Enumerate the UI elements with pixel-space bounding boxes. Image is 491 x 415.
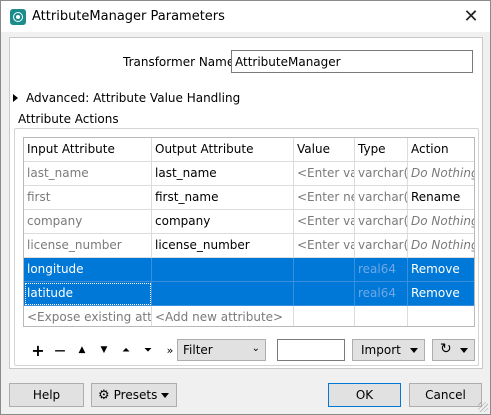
expose-attribute-cell[interactable]: <Expose existing attribu [24, 306, 152, 326]
advanced-section-toggle[interactable]: Advanced: Attribute Value Handling [13, 91, 240, 105]
value-cell[interactable]: <Enter new [294, 186, 355, 210]
output-attribute-cell[interactable] [152, 282, 294, 306]
add-icon[interactable]: + [27, 339, 49, 361]
fme-app-icon [10, 9, 26, 25]
import-button-label: Import [361, 343, 401, 357]
table-header: Input Attribute Output Attribute Value T… [24, 138, 474, 162]
gear-icon: ⚙ [98, 387, 110, 403]
presets-button[interactable]: ⚙ Presets [91, 383, 177, 407]
value-cell[interactable]: <Enter valu [294, 162, 355, 186]
value-cell[interactable] [294, 258, 355, 282]
add-attribute-cell[interactable]: <Add new attribute> [152, 306, 294, 326]
output-attribute-cell[interactable]: last_name [152, 162, 294, 186]
input-attribute-cell[interactable]: first [24, 186, 152, 210]
type-cell[interactable]: varchar(12 [355, 186, 408, 210]
help-button-label: Help [32, 388, 61, 402]
filter-text-input[interactable] [277, 339, 345, 361]
transformer-name-input[interactable] [231, 50, 473, 73]
move-bottom-icon[interactable]: ⏷ [137, 339, 159, 361]
type-cell[interactable]: real64 [355, 282, 408, 306]
value-cell[interactable]: <Enter valu [294, 234, 355, 258]
column-header-action[interactable]: Action [408, 138, 474, 162]
type-cell[interactable]: varchar(11 [355, 162, 408, 186]
table-row[interactable]: last_name last_name <Enter valu varchar(… [24, 162, 474, 186]
move-top-icon[interactable]: ⏶ [115, 339, 137, 361]
table-row[interactable]: company company <Enter valu varchar(41 D… [24, 210, 474, 234]
output-attribute-cell[interactable] [152, 258, 294, 282]
action-cell[interactable]: Remove [408, 282, 474, 306]
type-cell[interactable]: varchar(7) [355, 234, 408, 258]
value-cell[interactable]: <Enter valu [294, 210, 355, 234]
dialog-window: AttributeManager Parameters ✕ Transforme… [0, 0, 491, 415]
refresh-button[interactable]: ↻ [432, 339, 475, 361]
help-button[interactable]: Help [9, 383, 84, 407]
transformer-name-label: Transformer Name: [123, 55, 239, 69]
cancel-button-label: Cancel [425, 388, 466, 402]
filter-dropdown[interactable]: Filter ⌄ [177, 339, 266, 361]
table-row-selected[interactable]: longitude real64 Remove [24, 258, 474, 282]
action-cell[interactable]: Remove [408, 258, 474, 282]
presets-button-label: Presets [113, 388, 158, 402]
table-row-selected[interactable]: latitude real64 Remove [24, 282, 474, 306]
type-cell[interactable]: real64 [355, 258, 408, 282]
filter-dropdown-value: Filter [183, 343, 213, 357]
input-attribute-cell[interactable]: longitude [24, 258, 152, 282]
column-header-input[interactable]: Input Attribute [24, 138, 152, 162]
ok-button[interactable]: OK [328, 383, 401, 407]
action-cell[interactable]: Rename [408, 186, 474, 210]
move-down-icon[interactable]: ▼ [93, 339, 115, 361]
dropdown-arrow-icon [460, 348, 468, 353]
cancel-button[interactable]: Cancel [409, 383, 482, 407]
column-header-value[interactable]: Value [294, 138, 355, 162]
placeholder-row[interactable]: <Expose existing attribu <Add new attrib… [24, 306, 474, 326]
action-cell[interactable]: Do Nothing [408, 210, 474, 234]
output-attribute-cell[interactable]: license_number [152, 234, 294, 258]
table-toolbar: + — ▲ ▼ ⏶ ⏷ » [27, 338, 181, 362]
resize-grip[interactable] [478, 402, 488, 412]
advanced-section-label: Advanced: Attribute Value Handling [26, 91, 241, 105]
move-up-icon[interactable]: ▲ [71, 339, 93, 361]
table-row[interactable]: license_number license_number <Enter val… [24, 234, 474, 258]
type-cell[interactable]: varchar(41 [355, 210, 408, 234]
action-cell[interactable]: Do Nothing [408, 162, 474, 186]
input-attribute-cell[interactable]: last_name [24, 162, 152, 186]
column-header-output[interactable]: Output Attribute [152, 138, 294, 162]
output-attribute-cell[interactable]: company [152, 210, 294, 234]
value-cell[interactable] [294, 282, 355, 306]
window-title: AttributeManager Parameters [32, 9, 225, 24]
chevron-down-icon: ⌄ [251, 343, 260, 354]
close-icon[interactable]: ✕ [458, 4, 484, 28]
expand-arrow-icon [13, 94, 18, 102]
ok-button-label: OK [355, 388, 374, 402]
action-cell [408, 306, 474, 326]
dropdown-arrow-icon [161, 393, 169, 398]
import-button[interactable]: Import [352, 339, 425, 361]
remove-icon[interactable]: — [49, 339, 71, 361]
value-cell [294, 306, 355, 326]
input-attribute-cell[interactable]: company [24, 210, 152, 234]
refresh-icon: ↻ [440, 341, 452, 357]
input-attribute-cell[interactable]: license_number [24, 234, 152, 258]
parameters-panel: Transformer Name: Advanced: Attribute Va… [9, 37, 483, 369]
type-cell [355, 306, 408, 326]
attribute-actions-group: Input Attribute Output Attribute Value T… [14, 128, 479, 366]
dropdown-arrow-icon [410, 348, 418, 353]
title-bar[interactable]: AttributeManager Parameters ✕ [1, 1, 490, 32]
attribute-actions-label: Attribute Actions [18, 112, 119, 126]
action-cell[interactable]: Do Nothing [408, 234, 474, 258]
input-attribute-cell[interactable]: latitude [24, 282, 152, 306]
column-header-type[interactable]: Type [355, 138, 408, 162]
output-attribute-cell[interactable]: first_name [152, 186, 294, 210]
table-row[interactable]: first first_name <Enter new varchar(12 R… [24, 186, 474, 210]
attribute-table: Input Attribute Output Attribute Value T… [23, 137, 475, 327]
